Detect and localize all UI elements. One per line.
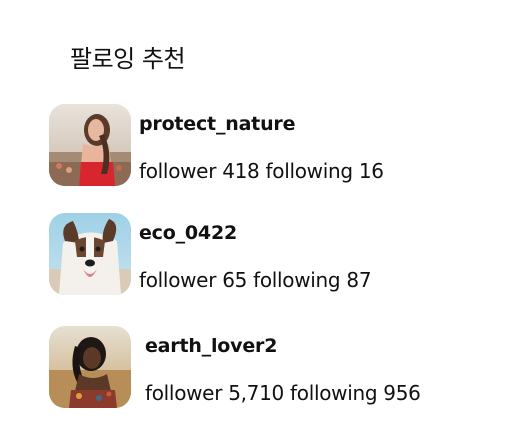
follower-label: follower [145, 381, 223, 405]
dog-photo [49, 213, 131, 295]
user-stats: follower 65 following 87 [139, 267, 372, 293]
username[interactable]: eco_0422 [139, 221, 237, 245]
user-card-protect-nature[interactable]: protect_nature follower 418 following 16 [49, 104, 509, 188]
following-label: following [290, 381, 378, 405]
follower-label: follower [139, 159, 217, 183]
username[interactable]: earth_lover2 [145, 334, 277, 358]
following-count: 87 [346, 268, 372, 292]
woman-field-photo [49, 326, 131, 408]
follower-label: follower [139, 268, 217, 292]
username[interactable]: protect_nature [139, 112, 295, 136]
user-stats: follower 418 following 16 [139, 158, 384, 184]
avatar[interactable] [49, 213, 131, 295]
following-label: following [265, 159, 354, 183]
following-label: following [253, 268, 341, 292]
follower-count: 65 [222, 268, 248, 292]
follower-count: 5,710 [228, 381, 284, 405]
follower-count: 418 [222, 159, 260, 183]
following-count: 956 [383, 381, 421, 405]
user-stats: follower 5,710 following 956 [145, 380, 421, 406]
user-card-earth-lover2[interactable]: earth_lover2 follower 5,710 following 95… [49, 326, 509, 410]
section-title: 팔로잉 추천 [70, 45, 186, 73]
avatar[interactable] [49, 104, 131, 186]
following-count: 16 [358, 159, 384, 183]
woman-portrait-photo [49, 104, 131, 186]
user-card-eco-0422[interactable]: eco_0422 follower 65 following 87 [49, 213, 509, 297]
avatar[interactable] [49, 326, 131, 408]
